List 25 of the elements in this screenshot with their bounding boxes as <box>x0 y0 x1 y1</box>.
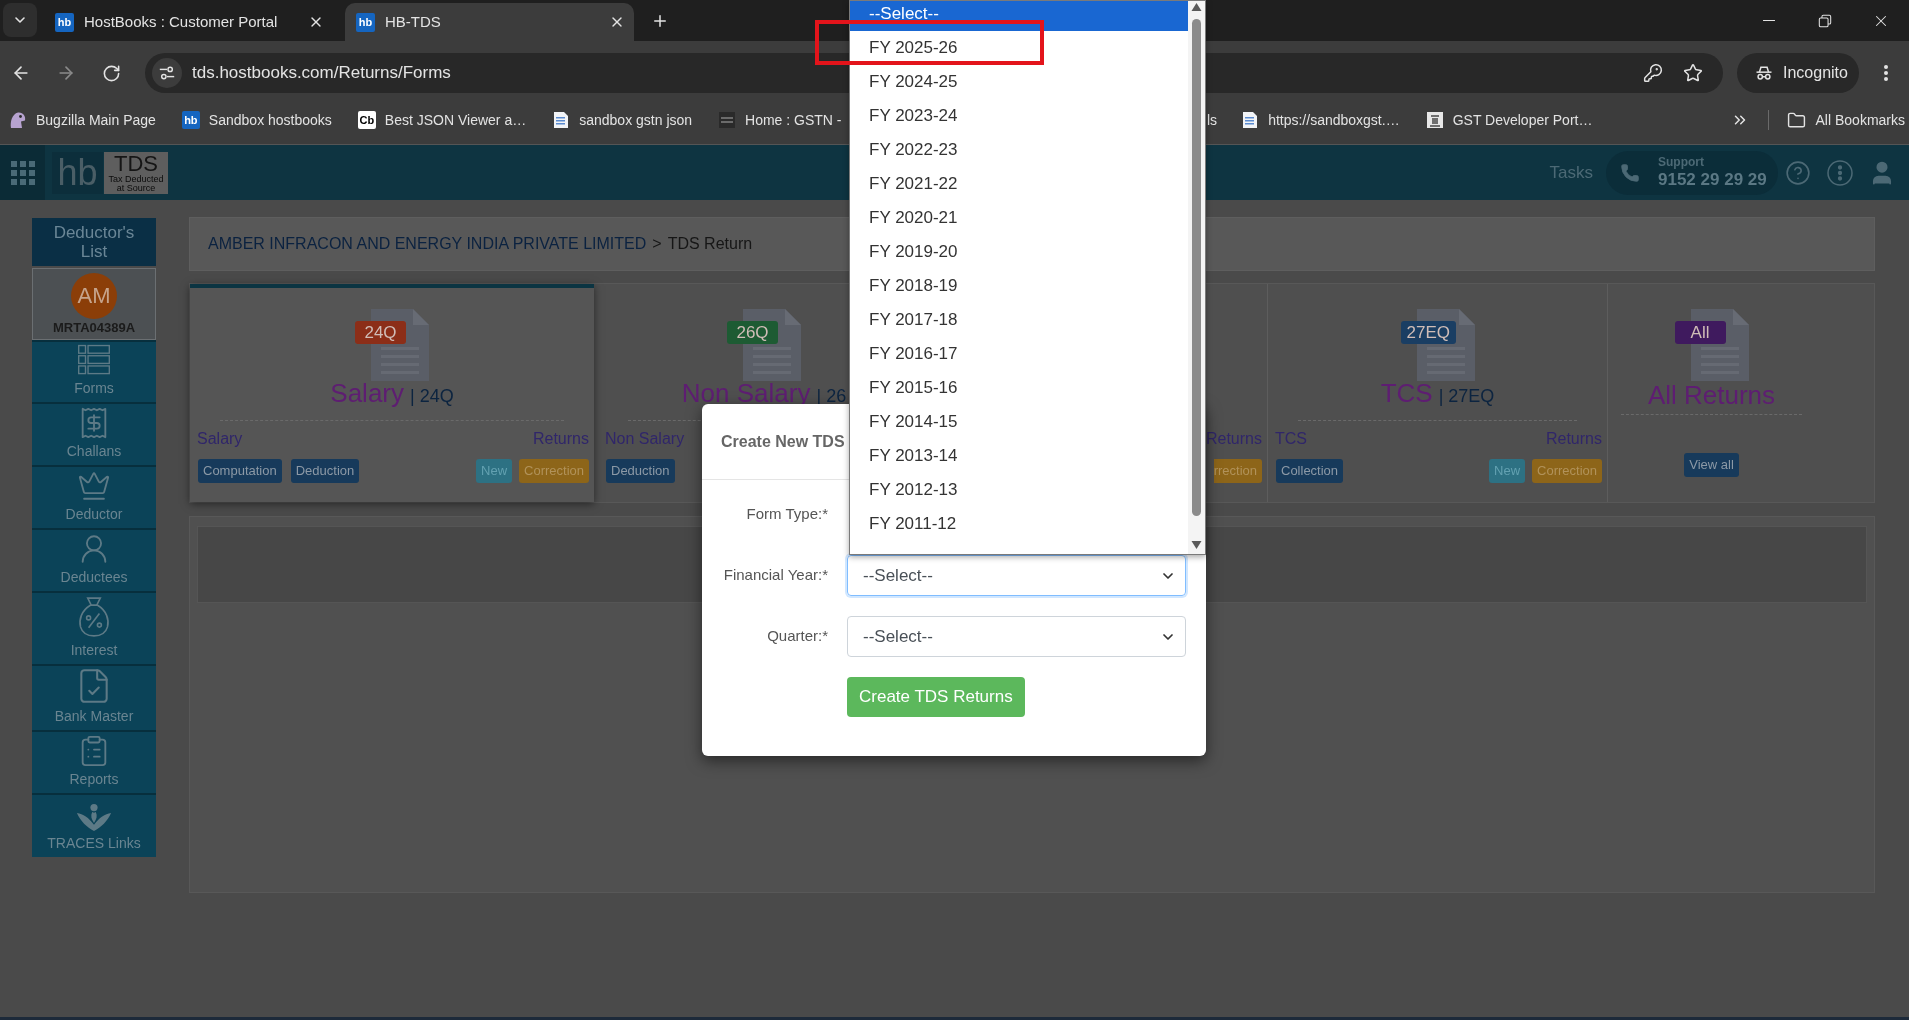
form-code: | 24Q <box>410 385 454 408</box>
favicon: hb <box>356 12 375 32</box>
support-label: Support <box>1658 155 1705 169</box>
site-logo: hb <box>181 111 200 129</box>
form-badge: 27EQ <box>1400 321 1456 344</box>
field-label: Form Type:* <box>745 504 828 525</box>
form-badge: All <box>1674 321 1726 344</box>
avatar-initials: AM <box>71 272 117 319</box>
breadcrumb-page: TDS Return <box>667 234 753 254</box>
logo-tagline: Tax Deducted at Source <box>107 174 165 193</box>
card-title: Salary <box>330 381 404 405</box>
deductor-code: MRTA04389A <box>52 319 136 336</box>
field-label: Quarter:* <box>766 626 828 647</box>
form-code: | 27EQ <box>1438 385 1495 408</box>
sidebar-title: Deductor's List <box>32 218 156 266</box>
logo-text: TDS <box>114 152 158 175</box>
site-logo: Cb <box>357 111 376 129</box>
favicon: hb <box>55 12 74 32</box>
logo-mark: hb <box>52 151 103 194</box>
form-badge: 26Q <box>727 321 778 344</box>
breadcrumb-separator: > <box>652 234 662 254</box>
field-label: Financial Year:* <box>722 565 828 586</box>
support-phone: 9152 29 29 29 <box>1658 169 1767 190</box>
form-badge: 24Q <box>355 321 406 344</box>
dialog-title: Create New TDS <box>721 431 845 452</box>
